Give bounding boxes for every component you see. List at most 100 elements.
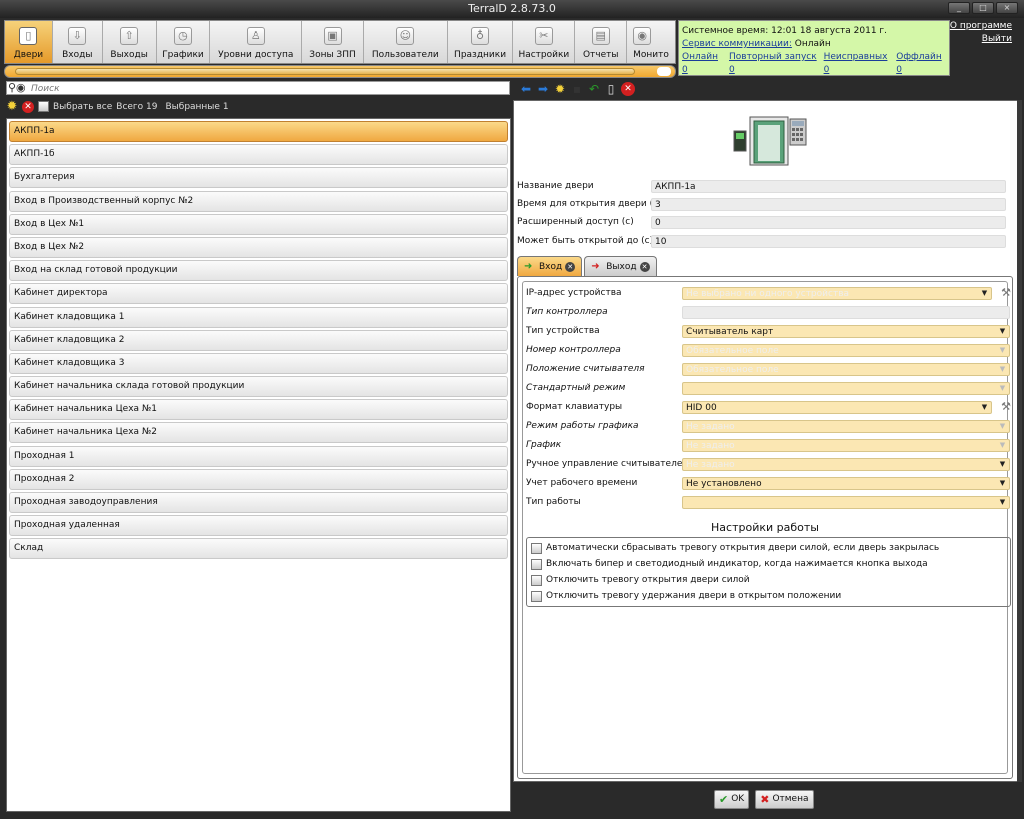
list-item[interactable]: АКПП-1б — [9, 144, 508, 166]
add-icon[interactable]: ✹ — [6, 100, 18, 113]
list-item[interactable]: Кабинет кладовщика 3 — [9, 352, 508, 374]
forward-arrow-icon[interactable]: ➡ — [536, 82, 550, 96]
nav-label: Праздники — [454, 50, 507, 60]
close-button[interactable]: × — [996, 2, 1018, 14]
select-all-checkbox[interactable] — [38, 101, 49, 112]
chevron-down-icon[interactable]: ▼ — [998, 498, 1007, 507]
list-item[interactable]: Кабинет начальника Цеха №1 — [9, 399, 508, 421]
search-icon[interactable]: ⚲◉ — [8, 82, 26, 94]
chevron-down-icon[interactable]: ▼ — [998, 460, 1007, 469]
list-item[interactable]: Проходная 1 — [9, 445, 508, 467]
list-item[interactable]: Вход в Производственный корпус №2 — [9, 190, 508, 212]
nav-doors[interactable]: ▯ Двери — [5, 21, 53, 63]
list-item[interactable]: Вход в Цех №2 — [9, 236, 508, 258]
setting-auto-reset[interactable]: Автоматически сбрасывать тревогу открыти… — [531, 540, 1006, 556]
setting-disable-forced-alarm[interactable]: Отключить тревогу открытия двери силой — [531, 572, 1006, 588]
keypad-format-select[interactable]: HID 00 ▼ — [682, 401, 992, 414]
copy-icon[interactable]: ▯ — [604, 82, 618, 96]
standard-mode-field[interactable]: ▼ — [682, 382, 1010, 395]
online-link[interactable]: Онлайн 0 — [682, 51, 723, 77]
nav-zones[interactable]: ▣ Зоны ЗПП — [302, 21, 364, 63]
list-item[interactable]: Вход на склад готовой продукции — [9, 260, 508, 282]
offline-link[interactable]: Оффлайн 0 — [896, 51, 946, 77]
retry-link[interactable]: Повторный запуск 0 — [729, 51, 818, 77]
search-input[interactable] — [31, 83, 501, 94]
close-tab-icon[interactable]: ✕ — [565, 261, 576, 272]
tab-exit[interactable]: ➜ Выход ✕ — [584, 256, 657, 276]
nav-scrollbar[interactable] — [4, 65, 676, 78]
service-link[interactable]: Сервис коммуникации: — [682, 39, 792, 49]
work-type-select[interactable]: ▼ — [682, 496, 1010, 509]
delete-icon[interactable]: ✕ — [621, 82, 635, 96]
setting-beeper[interactable]: Включать бипер и светодиодный индикатор,… — [531, 556, 1006, 572]
checkbox[interactable] — [531, 542, 542, 554]
cancel-button[interactable]: ✖ Отмена — [755, 790, 814, 809]
list-item[interactable]: Кабинет начальника Цеха №2 — [9, 422, 508, 444]
keypad-format-row: Формат клавиатуры HID 00 ▼ ⚒ — [526, 399, 1011, 416]
list-item[interactable]: Кабинет начальника склада готовой продук… — [9, 376, 508, 398]
minimize-button[interactable]: _ — [948, 2, 970, 14]
nav-reports[interactable]: ▤ Отчеты — [575, 21, 628, 63]
nav-settings[interactable]: ✂ Настройки — [513, 21, 576, 63]
list-item[interactable]: Склад — [9, 538, 508, 560]
list-item[interactable]: Проходная заводоуправления — [9, 492, 508, 513]
faulty-link[interactable]: Неисправных 0 — [824, 51, 891, 77]
chevron-down-icon[interactable]: ▼ — [998, 327, 1007, 336]
back-arrow-icon[interactable]: ⬅ — [519, 82, 533, 96]
list-item[interactable]: Бухгалтерия — [9, 167, 508, 189]
list-item[interactable]: Вход в Цех №1 — [9, 213, 508, 235]
tab-entry[interactable]: ➜ Вход ✕ — [517, 256, 583, 276]
nav-access-levels[interactable]: ♙ Уровни доступа — [210, 21, 303, 63]
manual-control-select[interactable]: Не задано ▼ — [682, 458, 1010, 471]
schedule-field[interactable]: Не задано ▼ — [682, 439, 1010, 452]
chevron-down-icon[interactable]: ▼ — [998, 346, 1007, 355]
device-type-select[interactable]: Считыватель карт ▼ — [682, 325, 1010, 338]
delete-icon[interactable]: ✕ — [22, 100, 34, 113]
chevron-down-icon[interactable]: ▼ — [998, 441, 1007, 450]
nav-schedules[interactable]: ◷ Графики — [157, 21, 211, 63]
undo-icon[interactable]: ↶ — [587, 82, 601, 96]
checkbox[interactable] — [531, 558, 542, 570]
save-icon[interactable]: ▪ — [570, 82, 584, 96]
about-link[interactable]: О программе — [950, 20, 1012, 33]
setting-label: Отключить тревогу удержания двери в откр… — [546, 591, 842, 601]
checkbox[interactable] — [531, 590, 542, 602]
reader-position-field[interactable]: Обязательное поле ▼ — [682, 363, 1010, 376]
chevron-down-icon[interactable]: ▼ — [980, 289, 989, 298]
right-scrollbar[interactable] — [1017, 100, 1022, 782]
chevron-down-icon[interactable]: ▼ — [980, 403, 989, 412]
setting-disable-held-alarm[interactable]: Отключить тревогу удержания двери в откр… — [531, 588, 1006, 604]
nav-monitoring[interactable]: ◉ Монито — [627, 21, 675, 63]
list-item[interactable]: Проходная удаленная — [9, 515, 508, 537]
add-icon[interactable]: ✹ — [553, 82, 567, 96]
chevron-down-icon[interactable]: ▼ — [998, 479, 1007, 488]
wrench-icon[interactable]: ⚒ — [1001, 287, 1011, 299]
list-item[interactable]: Кабинет кладовщика 2 — [9, 329, 508, 351]
list-item[interactable]: Проходная 2 — [9, 468, 508, 490]
nav-holidays[interactable]: ♁ Праздники — [448, 21, 514, 63]
door-name-field[interactable]: АКПП-1а — [651, 180, 1006, 193]
close-tab-icon[interactable]: ✕ — [639, 261, 650, 272]
nav-scrollbar-thumb[interactable] — [15, 68, 635, 75]
max-open-field[interactable]: 10 — [651, 235, 1006, 248]
chevron-down-icon[interactable]: ▼ — [998, 384, 1007, 393]
list-item[interactable]: Кабинет кладовщика 1 — [9, 306, 508, 328]
ok-button[interactable]: ✔ OK — [714, 790, 750, 809]
extended-access-field[interactable]: 0 — [651, 216, 1006, 229]
ip-select[interactable]: Не выбрано ни одного устройства ▼ — [682, 287, 992, 300]
open-time-field[interactable]: 3 — [651, 198, 1006, 211]
logout-link[interactable]: Выйти — [950, 33, 1012, 46]
nav-users[interactable]: ☺ Пользователи — [364, 21, 448, 63]
checkbox[interactable] — [531, 574, 542, 586]
list-item[interactable]: АКПП-1а — [9, 121, 508, 142]
schedule-mode-field[interactable]: Не задано ▼ — [682, 420, 1010, 433]
maximize-button[interactable]: □ — [972, 2, 994, 14]
chevron-down-icon[interactable]: ▼ — [998, 422, 1007, 431]
nav-exits[interactable]: ⇧ Выходы — [103, 21, 157, 63]
worktime-select[interactable]: Не установлено ▼ — [682, 477, 1010, 490]
controller-number-field[interactable]: Обязательное поле ▼ — [682, 344, 1010, 357]
list-item[interactable]: Кабинет директора — [9, 283, 508, 305]
chevron-down-icon[interactable]: ▼ — [998, 365, 1007, 374]
wrench-icon[interactable]: ⚒ — [1001, 401, 1011, 413]
nav-entrances[interactable]: ⇩ Входы — [53, 21, 103, 63]
